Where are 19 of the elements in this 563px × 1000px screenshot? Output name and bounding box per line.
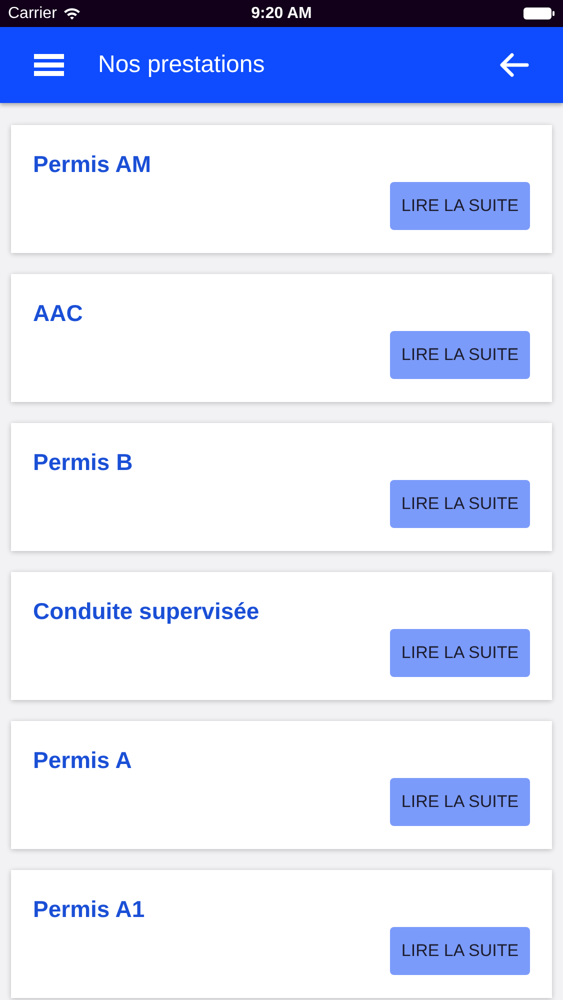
read-more-button[interactable]: LIRE LA SUITE [390,927,530,975]
service-title: Permis B [33,449,133,476]
battery-icon [523,7,555,20]
clock-time: 9:20 AM [251,4,312,22]
service-title: Permis AM [33,151,152,178]
service-title: Permis A1 [33,896,145,923]
read-more-button[interactable]: LIRE LA SUITE [390,778,530,826]
screen-title: Nos prestations [98,51,266,79]
service-title: Permis A [33,747,132,774]
back-button[interactable] [499,53,529,77]
read-more-button[interactable]: LIRE LA SUITE [390,331,530,379]
wifi-icon [62,7,81,20]
menu-button[interactable] [34,54,64,76]
read-more-button[interactable]: LIRE LA SUITE [390,480,530,528]
read-more-button[interactable]: LIRE LA SUITE [390,629,530,677]
carrier-label: Carrier [8,4,57,22]
read-more-button[interactable]: LIRE LA SUITE [390,182,530,230]
service-title: AAC [33,300,83,327]
service-title: Conduite supervisée [33,598,260,625]
